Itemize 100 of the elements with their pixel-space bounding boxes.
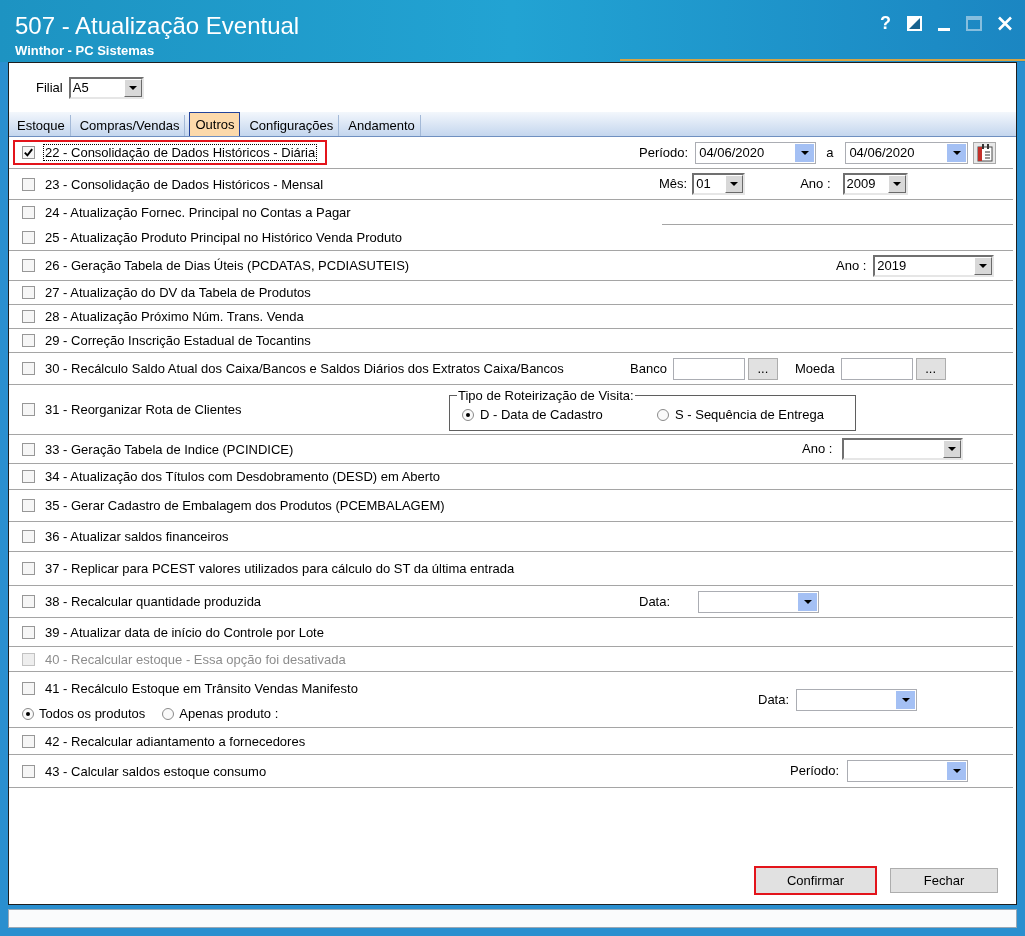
checkbox[interactable] [22,470,35,483]
checkbox[interactable] [22,625,35,639]
date-field[interactable]: 04/06/2020 [845,141,969,164]
ellipsis-button[interactable]: ... [915,357,946,380]
option-label: 24 - Atualização Fornec. Principal no Contas a Pagar [44,203,352,221]
option-label: 34 - Atualização dos Títulos com Desdobramento (DESD) em Aberto [44,468,441,485]
field-label: Banco [630,360,667,377]
option-label: 31 - Reorganizar Rota de Clientes [44,401,243,418]
date-field[interactable] [847,760,969,782]
radio-button[interactable] [162,707,175,720]
caret-down-icon [948,447,957,451]
checkbox[interactable] [22,681,35,695]
field-label: Filial [36,80,63,96]
option-label: 26 - Geração Tabela de Dias Úteis (PCDATAS, PCDIASUTEIS) [44,257,411,274]
checkbox[interactable] [22,562,35,575]
checkbox[interactable] [22,310,35,323]
dropdown-arrow-button[interactable] [896,690,916,709]
group-box-title: Tipo de Roteirização de Visita: [457,388,635,403]
tab[interactable]: Andamento [343,115,421,136]
option-label: 28 - Atualização Próximo Núm. Trans. Venda [44,308,305,325]
caret-down-icon [128,86,137,90]
date-field[interactable] [698,590,820,613]
tab[interactable]: Outros [189,112,241,136]
radio-button[interactable] [462,408,474,421]
date-field[interactable] [796,688,918,711]
dropdown-arrow-button[interactable] [795,143,815,162]
option-label: 25 - Atualização Produto Principal no Histórico Venda Produto [44,229,403,246]
field-label: Ano : [800,176,831,192]
checkbox[interactable] [22,734,35,748]
checkbox[interactable] [22,403,35,416]
field-label: Data: [758,691,790,708]
window-title: 507 - Atualização Eventual [15,12,300,40]
dropdown-arrow-button[interactable] [943,440,962,458]
tab[interactable]: Configurações [244,115,340,136]
radio-label: Apenas produto : [179,705,279,722]
caret-down-icon [892,182,901,186]
dropdown-arrow-button[interactable] [974,256,993,275]
window-subtitle: Winthor - PC Sistemas [15,43,156,59]
checkbox[interactable] [22,442,35,456]
checkbox[interactable] [22,259,35,272]
checkbox[interactable] [22,764,35,778]
field-label: Período: [790,763,840,779]
field-label: Data: [639,593,671,610]
caret-down-icon [730,182,739,186]
tab[interactable]: Compras/Vendas [74,115,186,136]
help-button[interactable]: ? [880,15,891,31]
dropdown-arrow-button[interactable] [887,175,906,193]
option-label: 36 - Atualizar saldos financeiros [44,528,230,545]
checkbox[interactable] [22,595,35,608]
radio-label: Todos os produtos [39,705,146,722]
caret-down-icon [803,599,812,604]
confirm-button[interactable]: Confirmar [754,866,877,895]
dropdown-arrow-button[interactable] [123,79,142,97]
calendar-button[interactable] [973,141,997,164]
option-label: 23 - Consolidação de Dados Históricos - Mensal [44,175,325,193]
dropdown-field[interactable]: A5 [68,77,144,99]
dropdown-arrow-button[interactable] [947,762,967,780]
option-label: 37 - Replicar para PCEST valores utilizados para cálculo do ST da última entrada [44,560,516,577]
checkbox[interactable] [22,530,35,543]
close-icon[interactable] [998,16,1012,31]
checkbox[interactable] [22,146,35,159]
checkbox[interactable] [22,205,35,219]
dropdown-field[interactable]: 01 [692,173,746,195]
checkbox[interactable] [22,334,35,347]
option-label: 27 - Atualização do DV da Tabela de Produtos [44,284,312,301]
dropdown-field[interactable] [842,438,964,460]
field-label: Período: [639,144,689,161]
lookup-field[interactable] [840,357,913,380]
checkbox[interactable] [22,177,35,191]
checkbox[interactable] [22,286,35,299]
caret-down-icon [800,150,809,155]
dropdown-arrow-button[interactable] [947,143,967,162]
dropdown-arrow-button[interactable] [798,592,818,611]
radio-label: D - Data de Cadastro [480,406,603,423]
contrast-icon[interactable] [907,16,922,31]
calendar-icon [976,143,993,162]
dropdown-arrow-button[interactable] [725,175,744,193]
checkbox[interactable] [22,499,35,512]
option-label: 38 - Recalcular quantidade produzida [44,593,263,610]
dropdown-field[interactable]: 2019 [873,254,995,277]
option-label: 40 - Recalcular estoque - Essa opção foi desativada [44,650,347,668]
lookup-field[interactable] [672,357,745,380]
dropdown-field[interactable]: 2009 [842,173,908,195]
field-label: Mês: [659,176,688,192]
option-label: 30 - Recálculo Saldo Atual dos Caixa/Bancos e Saldos Diários dos Extratos Caixa/Bancos [44,360,565,377]
radio-button[interactable] [22,707,34,720]
date-field[interactable]: 04/06/2020 [695,141,817,164]
checkbox[interactable] [22,362,35,375]
radio-button[interactable] [657,408,669,421]
ellipsis-button[interactable]: ... [747,357,778,380]
option-label: 33 - Geração Tabela de Indice (PCINDICE) [44,440,295,458]
field-label: Ano : [802,441,833,457]
option-label: 29 - Correção Inscrição Estadual de Tocantins [44,332,312,349]
field-label: Moeda [794,360,835,377]
field-label: a [826,144,834,161]
caret-down-icon [952,769,961,773]
option-label: 39 - Atualizar data de início do Controle por Lote [44,623,325,641]
checkbox[interactable] [22,231,35,244]
close-button[interactable]: Fechar [890,868,998,893]
tab[interactable]: Estoque [12,115,71,136]
